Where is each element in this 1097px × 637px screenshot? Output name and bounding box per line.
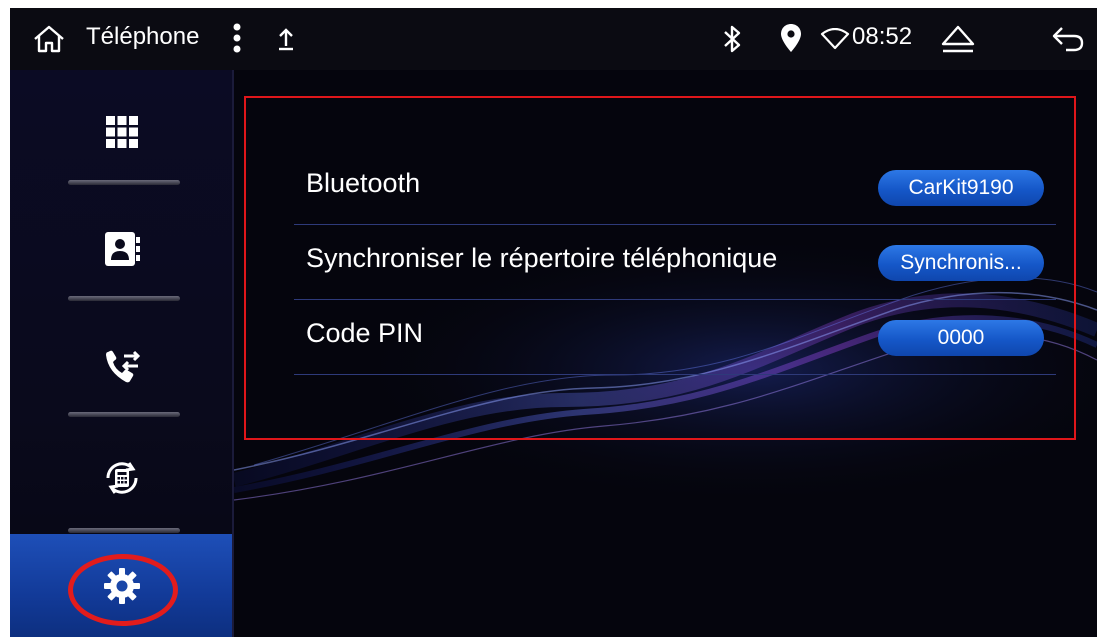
- sidebar-item-call-log[interactable]: [10, 302, 232, 418]
- call-log-icon: [106, 350, 141, 383]
- eject-icon[interactable]: [940, 24, 976, 54]
- pin-code-label: Code PIN: [306, 318, 424, 348]
- sidebar-nav: [10, 70, 234, 637]
- sync-phonebook-button[interactable]: Synchronis...: [878, 245, 1044, 281]
- nav-divider: [68, 180, 180, 185]
- bluetooth-label: Bluetooth: [306, 168, 421, 198]
- settings-row-pin-code[interactable]: Code PIN 0000: [294, 300, 1056, 375]
- settings-panel: Bluetooth CarKit9190 Synchroniser le rép…: [234, 70, 1097, 637]
- clock: 08:52: [852, 23, 913, 50]
- settings-row-sync-phonebook[interactable]: Synchroniser le répertoire téléphonique …: [294, 225, 1056, 300]
- settings-focus-ring: [68, 554, 178, 626]
- phone-sync-icon: [106, 462, 138, 494]
- nav-divider: [68, 296, 180, 301]
- location-icon: [781, 24, 801, 52]
- wifi-icon: [820, 28, 850, 50]
- nav-divider: [68, 528, 180, 533]
- row-divider: [294, 374, 1056, 375]
- upload-icon: [279, 28, 293, 51]
- nav-divider: [68, 412, 180, 417]
- bluetooth-icon: [724, 25, 741, 53]
- sync-phonebook-label: Synchroniser le répertoire téléphonique: [306, 243, 778, 273]
- dialpad-icon: [106, 116, 138, 148]
- sidebar-item-contacts[interactable]: [10, 186, 232, 302]
- pin-code-button[interactable]: 0000: [878, 320, 1044, 356]
- contacts-icon: [105, 232, 140, 266]
- more-vert-icon[interactable]: [232, 22, 242, 54]
- status-bar: Téléphone 08:52: [10, 8, 1097, 70]
- sidebar-item-phone-sync[interactable]: [10, 418, 232, 534]
- back-icon[interactable]: [1050, 24, 1086, 54]
- bluetooth-device-button[interactable]: CarKit9190: [878, 170, 1044, 206]
- screen: Téléphone 08:52 Bluetooth CarKit9190 Syn…: [10, 8, 1097, 637]
- home-icon[interactable]: [32, 24, 66, 54]
- app-title: Téléphone: [86, 23, 200, 50]
- settings-row-bluetooth[interactable]: Bluetooth CarKit9190: [294, 150, 1056, 225]
- sidebar-item-dialpad[interactable]: [10, 70, 232, 186]
